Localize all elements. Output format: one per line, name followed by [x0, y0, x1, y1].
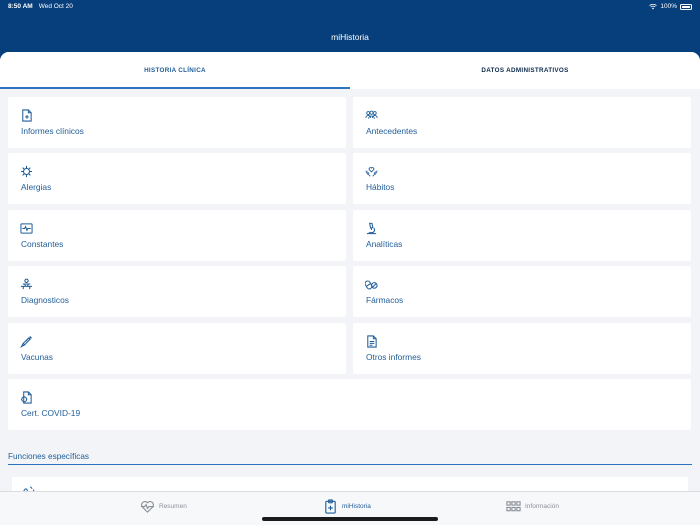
document-icon [365, 335, 378, 348]
card-analiticas[interactable]: Analíticas [353, 210, 691, 261]
tabbar-label: Resumen [159, 502, 187, 510]
medical-document-icon [20, 109, 33, 122]
page-title: miHistoria [331, 32, 369, 42]
card-informes-clinicos[interactable]: Informes clínicos [8, 97, 346, 148]
card-otros-informes[interactable]: Otros informes [353, 323, 691, 374]
clipboard-medical-icon [325, 498, 336, 514]
card-label: Hábitos [366, 182, 395, 192]
allergy-virus-icon [20, 165, 33, 178]
card-constantes[interactable]: Constantes [8, 210, 346, 261]
patient-diagnosis-icon [20, 278, 33, 291]
battery-icon [680, 3, 692, 10]
microscope-icon [365, 222, 378, 235]
wifi-icon [649, 3, 658, 9]
grid-icon [506, 500, 521, 511]
tab-historia-clinica[interactable]: HISTORIA CLÍNICA [0, 52, 350, 89]
card-alergias[interactable]: Alergias [8, 153, 346, 204]
card-label: Antecedentes [366, 126, 418, 136]
heart-pulse-icon [140, 500, 155, 513]
card-label: Fármacos [366, 295, 404, 305]
tabbar-mihistoria[interactable]: miHistoria [323, 497, 371, 515]
card-label: Alergias [21, 182, 52, 192]
section-divider [8, 464, 692, 465]
pills-icon [364, 278, 378, 291]
segment-tabs: HISTORIA CLÍNICA DATOS ADMINISTRATIVOS [0, 52, 700, 89]
tab-datos-administrativos[interactable]: DATOS ADMINISTRATIVOS [350, 52, 700, 89]
covid-certificate-icon [20, 391, 33, 404]
card-label: Vacunas [21, 352, 53, 362]
syringe-icon [20, 335, 33, 348]
card-label: Constantes [21, 239, 64, 249]
card-diagnosticos[interactable]: Diagnosticos [8, 266, 346, 317]
card-cert-covid[interactable]: Cert. COVID-19 [8, 379, 691, 430]
hands-heart-icon [365, 165, 378, 178]
card-label: Diagnosticos [21, 295, 69, 305]
card-label: Otros informes [366, 352, 421, 362]
tabbar-resumen[interactable]: Resumen [140, 497, 187, 515]
battery-percentage: 100% [660, 3, 677, 10]
people-group-icon [365, 109, 378, 122]
vital-signs-monitor-icon [20, 222, 33, 235]
card-label: Analíticas [366, 239, 403, 249]
status-right: 100% [649, 3, 692, 10]
section-title: Funciones específicas [8, 452, 90, 461]
content-sheet: HISTORIA CLÍNICA DATOS ADMINISTRATIVOS I… [0, 52, 700, 525]
card-vacunas[interactable]: Vacunas [8, 323, 346, 374]
card-habitos[interactable]: Hábitos [353, 153, 691, 204]
tabbar-label: miHistoria [342, 502, 371, 510]
tabbar-informacion[interactable]: Información [506, 497, 559, 515]
active-tab-indicator [0, 87, 350, 89]
tabbar-label: Información [525, 502, 559, 510]
status-date: Wed Oct 20 [38, 3, 73, 10]
card-label: Cert. COVID-19 [21, 408, 81, 418]
home-indicator[interactable] [262, 517, 438, 521]
status-time: 8:50 AM [8, 3, 33, 10]
card-label: Informes clínicos [21, 126, 84, 136]
card-farmacos[interactable]: Fármacos [353, 266, 691, 317]
card-antecedentes[interactable]: Antecedentes [353, 97, 691, 148]
status-bar: 8:50 AM Wed Oct 20 100% [0, 0, 700, 13]
